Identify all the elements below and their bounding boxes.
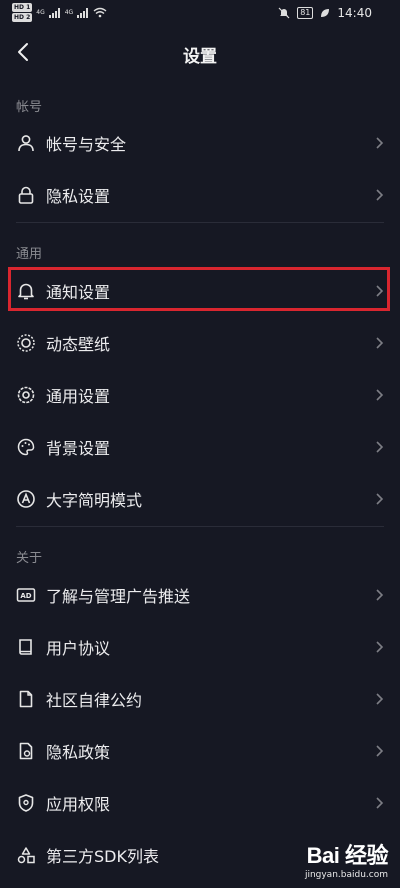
- document-icon: [19, 690, 33, 708]
- status-right: 81 14:40: [278, 6, 372, 20]
- chevron-right-icon: [376, 189, 384, 201]
- signal2-label: 4G: [64, 8, 74, 16]
- row-label: 隐私政策: [46, 743, 111, 762]
- section-label-general: 通用: [16, 247, 43, 262]
- row-large-font-mode[interactable]: 大字简明模式: [0, 473, 400, 525]
- row-label: 动态壁纸: [46, 335, 111, 354]
- row-label: 通用设置: [46, 387, 111, 406]
- section-label-about: 关于: [16, 551, 43, 566]
- status-bar: HD 1 HD 2 4G 4G 81 14:40: [0, 0, 400, 30]
- hd2-badge: HD 2: [12, 13, 33, 22]
- live-wallpaper-icon: [17, 334, 35, 352]
- nav-bar: 设置: [0, 30, 400, 76]
- row-app-permissions[interactable]: 应用权限: [0, 777, 400, 829]
- mute-bell-icon: [278, 7, 290, 19]
- section-divider: [16, 526, 384, 527]
- large-font-icon: [17, 490, 35, 508]
- signal1-label: 4G: [36, 8, 45, 16]
- gear-icon: [17, 386, 35, 404]
- chevron-right-icon: [376, 337, 384, 349]
- palette-icon: [17, 438, 35, 456]
- highlight-box: [8, 267, 390, 311]
- row-user-agreement[interactable]: 用户协议: [0, 621, 400, 673]
- chevron-right-icon: [376, 137, 384, 149]
- chevron-right-icon: [376, 589, 384, 601]
- row-account-security[interactable]: 帐号与安全: [0, 117, 400, 169]
- chevron-right-icon: [376, 745, 384, 757]
- signal-bars-icon: [77, 7, 89, 18]
- lock-icon: [18, 186, 34, 204]
- row-privacy-policy[interactable]: 隐私政策: [0, 725, 400, 777]
- page-title: 设置: [183, 47, 217, 67]
- hd1-badge: HD 1: [12, 3, 33, 12]
- row-label: 大字简明模式: [46, 491, 143, 510]
- row-label: 第三方SDK列表: [46, 847, 159, 866]
- row-label: 应用权限: [46, 795, 111, 814]
- signal-bars-icon: [48, 7, 60, 18]
- chevron-right-icon: [376, 493, 384, 505]
- chevron-right-icon: [376, 693, 384, 705]
- chevron-right-icon: [376, 441, 384, 453]
- watermark-url: jingyan.baidu.com: [304, 870, 388, 880]
- baidu-watermark: Bai 经验 jingyan.baidu.com: [258, 838, 389, 884]
- shield-icon: [18, 794, 34, 812]
- svg-text:AD: AD: [20, 592, 31, 600]
- clock: 14:40: [337, 6, 372, 20]
- row-privacy-settings[interactable]: 隐私设置: [0, 169, 400, 221]
- row-label: 用户协议: [46, 639, 111, 658]
- battery-level: 81: [297, 7, 314, 19]
- chevron-right-icon: [376, 389, 384, 401]
- row-label: 隐私设置: [46, 187, 111, 206]
- row-label: 背景设置: [46, 439, 111, 458]
- ad-icon: AD: [16, 588, 36, 602]
- row-general-settings[interactable]: 通用设置: [0, 369, 400, 421]
- book-icon: [19, 639, 32, 655]
- leaf-icon: [321, 9, 330, 17]
- row-label: 社区自律公约: [46, 691, 143, 710]
- row-label: 了解与管理广告推送: [46, 587, 191, 606]
- row-background-settings[interactable]: 背景设置: [0, 421, 400, 473]
- row-community-guidelines[interactable]: 社区自律公约: [0, 673, 400, 725]
- privacy-document-icon: [19, 742, 33, 760]
- row-label: 帐号与安全: [46, 135, 127, 154]
- chevron-right-icon: [376, 797, 384, 809]
- section-divider: [16, 222, 384, 223]
- wifi-icon: [93, 7, 107, 18]
- row-ad-management[interactable]: AD 了解与管理广告推送: [0, 569, 400, 621]
- person-icon: [18, 135, 34, 152]
- row-live-wallpaper[interactable]: 动态壁纸: [0, 317, 400, 369]
- watermark-brand: Bai 经验: [306, 843, 389, 868]
- cluster-icon: [17, 847, 35, 864]
- chevron-right-icon: [376, 641, 384, 653]
- section-label-account: 帐号: [16, 100, 43, 115]
- status-left: HD 1 HD 2 4G 4G: [12, 3, 107, 22]
